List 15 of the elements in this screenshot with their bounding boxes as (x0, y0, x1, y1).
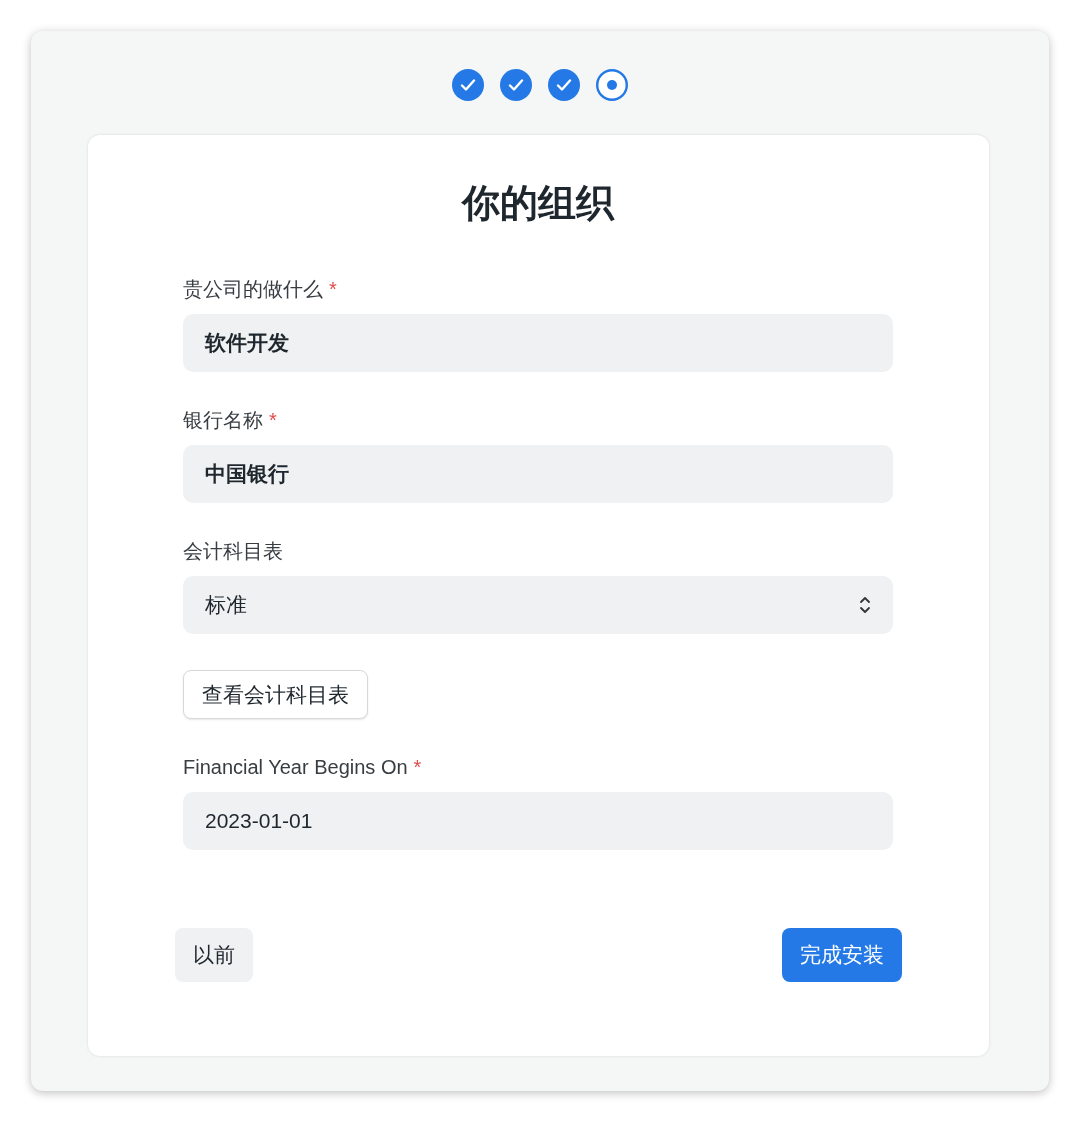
required-mark: * (329, 276, 337, 301)
field-label: 银行名称 (183, 407, 263, 432)
select-field[interactable]: 标准 (183, 575, 893, 634)
page-title: 你的组织 (460, 181, 616, 226)
back-button[interactable]: 以前 (175, 928, 253, 982)
view-chart-button[interactable]: 查看会计科目表 (183, 669, 368, 720)
field-label: 会计科目表 (183, 538, 283, 563)
input-field[interactable]: 软件开发 (183, 313, 893, 372)
required-mark: * (269, 407, 277, 432)
finish-button[interactable]: 完成安装 (782, 928, 902, 982)
date-field[interactable]: 2023-01-01 (183, 792, 893, 851)
field-label: Financial Year Begins On (183, 755, 408, 780)
input-field[interactable]: 中国银行 (183, 444, 893, 503)
field-label: 贵公司的做什么 (183, 276, 323, 301)
required-mark: * (413, 755, 422, 780)
